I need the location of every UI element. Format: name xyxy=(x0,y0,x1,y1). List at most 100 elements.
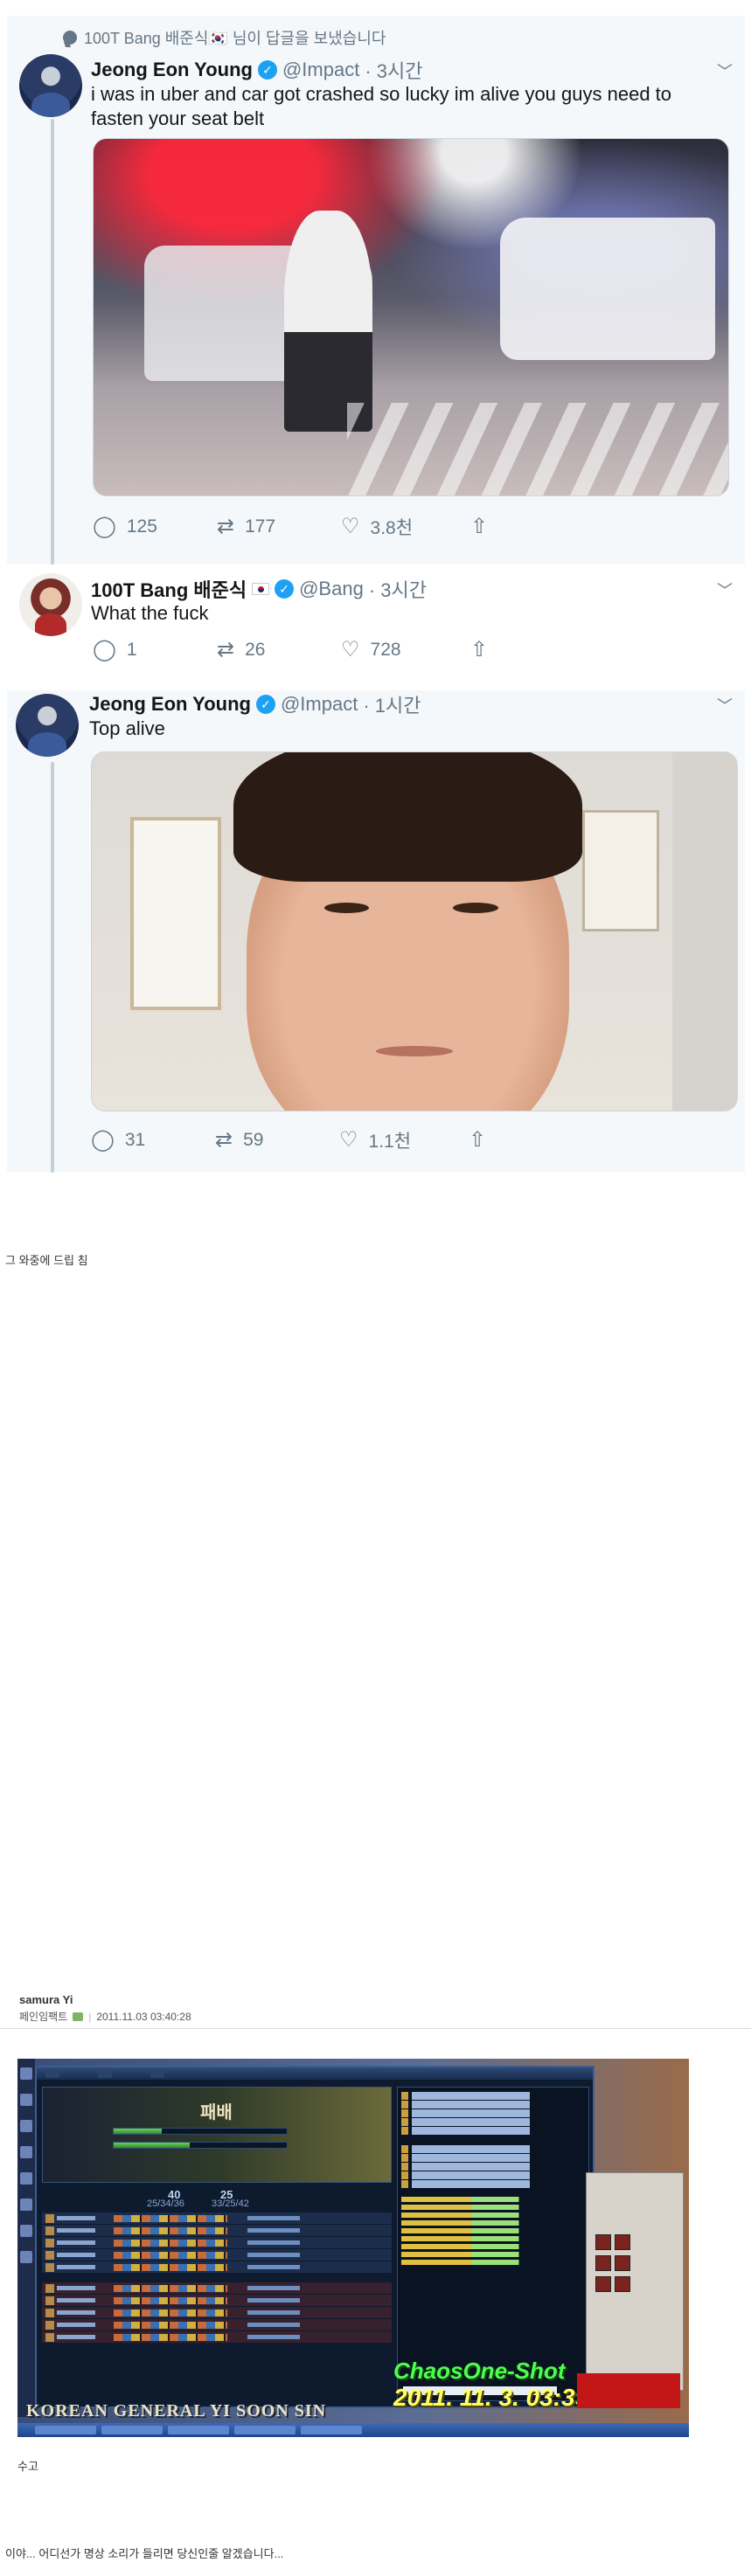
team-red xyxy=(42,2282,392,2344)
handle[interactable]: @Impact xyxy=(281,693,358,716)
display-name[interactable]: Jeong Eon Young xyxy=(89,693,251,716)
tweet-card-1: 100T Bang 배준식🇰🇷 님이 답글을 보냈습니다 Jeong Eon Y… xyxy=(7,16,745,575)
player-list-item xyxy=(401,2092,585,2100)
tweet-text: Top alive xyxy=(89,717,165,739)
chevron-down-icon[interactable]: ﹀ xyxy=(717,59,733,82)
item-slot xyxy=(595,2234,611,2250)
chat-line xyxy=(401,2205,585,2210)
share-icon: ⇧ xyxy=(470,638,489,661)
retweet-button[interactable]: ⇄ 59 xyxy=(215,1127,339,1153)
desktop-icon xyxy=(20,2251,32,2263)
game-tab[interactable] xyxy=(150,2069,164,2078)
reply-context-text: 100T Bang 배준식🇰🇷 님이 답글을 보냈습니다 xyxy=(84,30,386,47)
player-list-item xyxy=(401,2180,585,2188)
desktop-icon xyxy=(20,2172,32,2185)
retweet-button[interactable]: ⇄ 26 xyxy=(217,640,341,661)
taskbar-item[interactable] xyxy=(35,2426,96,2434)
taskbar-item[interactable] xyxy=(234,2426,296,2434)
retweet-button[interactable]: ⇄ 177 xyxy=(217,514,341,540)
avatar-bang[interactable] xyxy=(19,573,82,636)
player-list-item xyxy=(401,2154,585,2162)
post-meta: 페인임팩트 | 2011.11.03 03:40:28 xyxy=(19,2009,191,2024)
hair-shape xyxy=(233,752,582,882)
like-count: 1.1천 xyxy=(368,1132,412,1152)
timestamp[interactable]: · 3시간 xyxy=(369,575,427,603)
display-name[interactable]: 100T Bang 배준식 xyxy=(91,575,247,603)
game-window-titlebar xyxy=(37,2067,593,2080)
reply-count: 125 xyxy=(126,516,157,537)
reply-count: 31 xyxy=(124,1130,146,1150)
reply-button[interactable]: ◯ 1 xyxy=(93,640,217,661)
player-list-item xyxy=(401,2109,585,2117)
share-button[interactable]: ⇧ xyxy=(470,640,488,661)
reply-button[interactable]: ◯ 31 xyxy=(91,1127,215,1153)
reply-icon: ◯ xyxy=(93,638,116,661)
divider xyxy=(0,2028,751,2029)
avatar-impact[interactable] xyxy=(19,54,82,117)
reply-button[interactable]: ◯ 125 xyxy=(93,514,217,540)
tweet-header: 100T Bang 배준식 ✓ @Bang · 3시간 xyxy=(91,575,427,603)
tweet-text: What the fuck xyxy=(91,602,209,624)
share-icon: ⇧ xyxy=(469,1128,487,1152)
footer-banner-text: KOREAN GENERAL YI SOON SIN xyxy=(26,2401,327,2420)
thread-line xyxy=(51,762,54,1173)
handle[interactable]: @Impact xyxy=(282,59,359,81)
game-tab[interactable] xyxy=(45,2069,59,2078)
tweet-actions: ◯ 31 ⇄ 59 ♡ 1.1천 ⇧ xyxy=(91,1127,486,1153)
player-row xyxy=(42,2331,392,2343)
caption-text: 그 와중에 드립 침 xyxy=(5,1254,88,1267)
team-kda-right: 33/25/42 xyxy=(212,2199,249,2209)
tweet-header: Jeong Eon Young ✓ @Impact · 3시간 xyxy=(91,56,422,84)
game-tab[interactable] xyxy=(98,2069,112,2078)
player-row xyxy=(42,2319,392,2330)
taskbar-item[interactable] xyxy=(101,2426,163,2434)
door-shape xyxy=(672,752,737,1111)
player-list-item xyxy=(401,2101,585,2109)
handle[interactable]: @Bang xyxy=(299,578,364,600)
retweet-icon: ⇄ xyxy=(215,1128,233,1152)
retweet-icon: ⇄ xyxy=(217,515,235,538)
verified-badge-icon: ✓ xyxy=(257,60,277,80)
desktop-icon-column xyxy=(17,2059,35,2417)
player-row xyxy=(42,2225,392,2236)
timestamp[interactable]: · 3시간 xyxy=(365,56,422,84)
side-window xyxy=(586,2172,684,2391)
tweet-media-selfie[interactable] xyxy=(91,751,738,1111)
tweet-actions: ◯ 1 ⇄ 26 ♡ 728 ⇧ xyxy=(93,640,488,661)
timestamp[interactable]: · 1시간 xyxy=(363,690,421,718)
player-list-item xyxy=(401,2163,585,2171)
desktop-icon xyxy=(20,2199,32,2211)
item-slot xyxy=(615,2255,630,2271)
chevron-down-icon[interactable]: ﹀ xyxy=(717,694,733,717)
post-username[interactable]: samura Yi xyxy=(19,1993,73,2006)
like-button[interactable]: ♡ 728 xyxy=(341,640,470,661)
chat-line xyxy=(401,2228,585,2233)
retweet-count: 26 xyxy=(245,640,266,660)
taskbar-item[interactable] xyxy=(301,2426,362,2434)
like-button[interactable]: ♡ 1.1천 xyxy=(339,1127,469,1153)
desktop-icon xyxy=(20,2067,32,2080)
taskbar-item[interactable] xyxy=(168,2426,229,2434)
verified-badge-icon: ✓ xyxy=(255,695,275,714)
display-name[interactable]: Jeong Eon Young xyxy=(91,59,253,81)
avatar-impact[interactable] xyxy=(16,694,79,757)
chat-line xyxy=(401,2252,585,2257)
chat-line xyxy=(401,2236,585,2241)
game-screenshot[interactable]: 패배 40 25 25/34/36 33/25/42 ChaosOne-Shot… xyxy=(17,2059,689,2437)
reply-count: 1 xyxy=(126,640,137,660)
reply-bubble-icon xyxy=(63,31,77,45)
retweet-count: 177 xyxy=(245,516,276,537)
tweet-text: i was in uber and car got crashed so luc… xyxy=(91,83,672,129)
like-button[interactable]: ♡ 3.8천 xyxy=(341,514,470,540)
share-button[interactable]: ⇧ xyxy=(470,514,488,540)
share-button[interactable]: ⇧ xyxy=(469,1127,486,1153)
like-count: 728 xyxy=(370,640,401,660)
player-row xyxy=(42,2261,392,2273)
player-list-item xyxy=(401,2145,585,2153)
crosswalk-shape xyxy=(347,402,728,495)
tweet-media-crash[interactable] xyxy=(93,138,729,496)
chevron-down-icon[interactable]: ﹀ xyxy=(717,578,733,601)
xp-bar xyxy=(113,2128,288,2135)
desktop-icon xyxy=(20,2225,32,2237)
result-title: 패배 xyxy=(200,2102,233,2122)
